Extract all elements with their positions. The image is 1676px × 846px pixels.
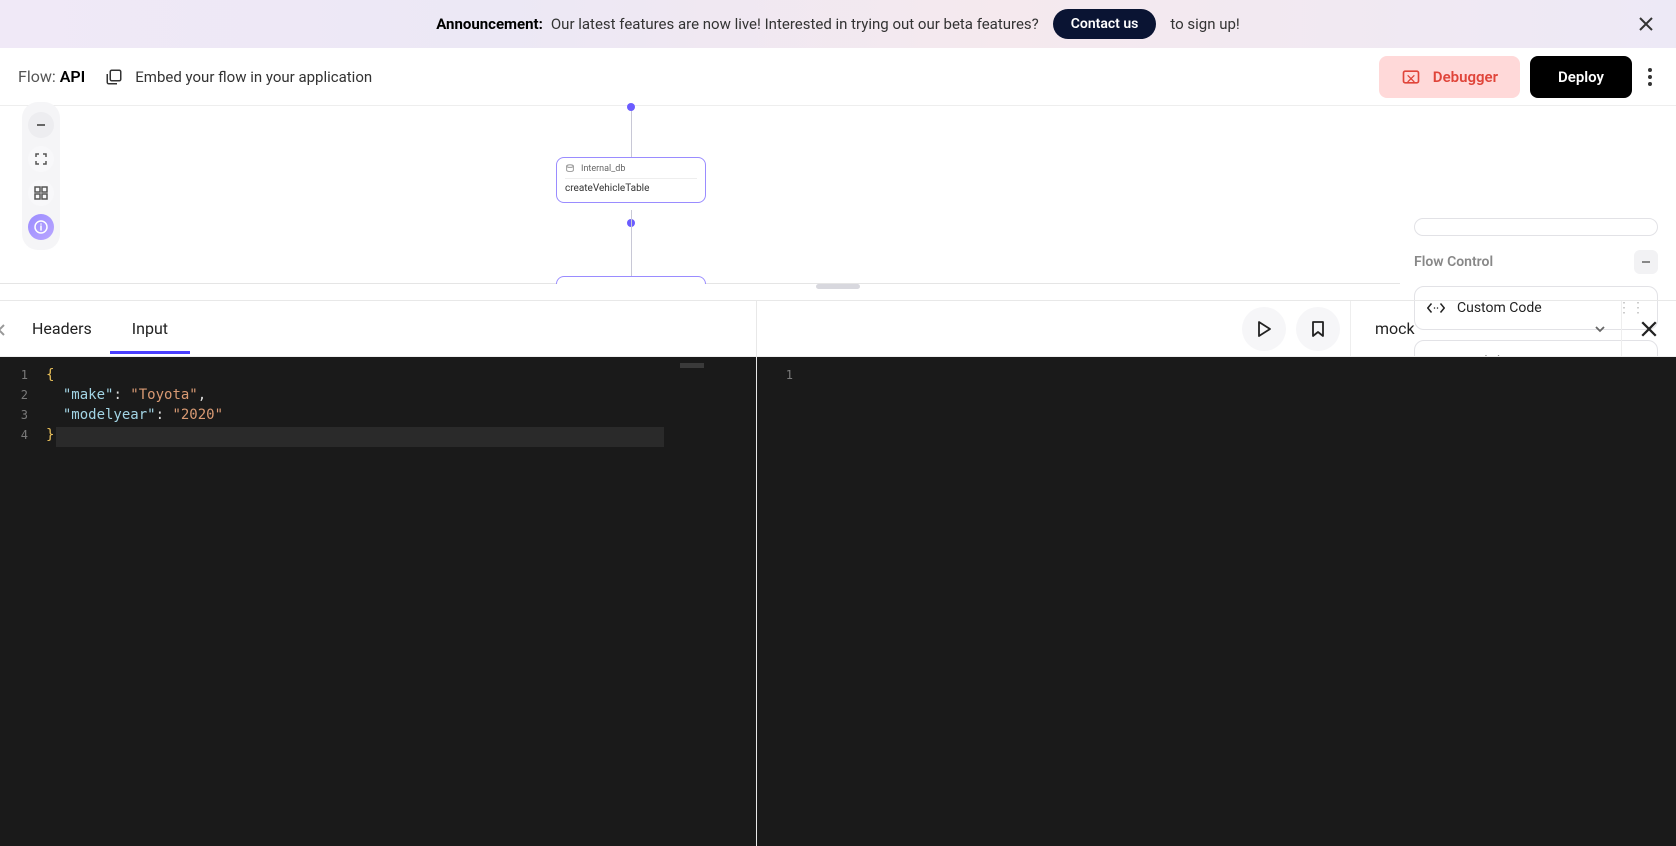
close-announcement-icon[interactable] [1638, 16, 1654, 32]
code-line: "modelyear": "2020" [46, 405, 223, 425]
section-flow-control: Flow Control [1414, 250, 1658, 274]
tab-input[interactable]: Input [132, 304, 168, 353]
flow-node-source: Internal_db [581, 164, 625, 174]
debugger-label: Debugger [1433, 68, 1498, 86]
section-label: Flow Control [1414, 254, 1493, 270]
flow-prefix: Flow: [18, 67, 60, 86]
toolbar-right: Debugger Deploy [1379, 56, 1658, 98]
database-icon [565, 164, 575, 174]
tab-headers[interactable]: Headers [32, 304, 92, 353]
collapse-section-button[interactable] [1634, 250, 1658, 274]
embed-flow-button[interactable]: Embed your flow in your application [105, 68, 372, 86]
line-number: 1 [757, 365, 803, 385]
flow-canvas[interactable]: Internal_db createVehicleTable Flow Cont… [0, 106, 1676, 284]
embed-label: Embed your flow in your application [135, 68, 372, 86]
debugger-button[interactable]: Debugger [1379, 56, 1520, 98]
deploy-button[interactable]: Deploy [1530, 56, 1632, 98]
info-button[interactable] [28, 214, 54, 240]
code-line: { [46, 365, 54, 385]
save-bookmark-button[interactable] [1296, 307, 1340, 351]
embed-icon [105, 68, 123, 86]
zoom-out-button[interactable] [28, 112, 54, 138]
flow-title: Flow: API [18, 67, 85, 86]
fit-view-button[interactable] [28, 146, 54, 172]
line-number: 2 [0, 385, 46, 405]
line-number: 4 [0, 425, 46, 445]
layout-button[interactable] [28, 180, 54, 206]
announcement-banner: Announcement: Our latest features are no… [0, 0, 1676, 48]
flow-node-name: createVehicleTable [565, 183, 697, 194]
debugger-icon [1401, 67, 1421, 87]
input-tabs: Headers Input [0, 301, 756, 357]
flow-node-partial[interactable] [556, 276, 706, 284]
output-header: mock Run test [757, 301, 1676, 357]
announcement-prefix: Announcement: [436, 15, 543, 33]
flow-toolbar: Flow: API Embed your flow in your applic… [0, 48, 1676, 106]
component-card-placeholder[interactable] [1414, 218, 1658, 236]
code-line: "make": "Toyota", [46, 385, 206, 405]
flow-name: API [60, 67, 86, 86]
canvas-tools [22, 102, 60, 250]
flow-edge [631, 210, 632, 284]
chevron-down-icon [1593, 322, 1607, 336]
contact-us-button[interactable]: Contact us [1053, 9, 1157, 39]
flow-port[interactable] [627, 103, 635, 111]
flow-node-header: Internal_db [565, 164, 697, 179]
toolbar-more-icon[interactable] [1642, 60, 1658, 94]
select-value: mock [1375, 319, 1415, 338]
debugger-panel: Headers Input 1{2 "make": "Toyota",3 "mo… [0, 300, 1676, 846]
output-pane: mock Run test 1 [757, 301, 1676, 846]
line-number: 1 [0, 365, 46, 385]
announcement-text-before: Our latest features are now live! Intere… [551, 15, 1039, 33]
flow-node-create-vehicle-table[interactable]: Internal_db createVehicleTable [556, 157, 706, 203]
line-number: 3 [0, 405, 46, 425]
output-editor[interactable]: 1 [757, 357, 1676, 846]
run-test-button[interactable] [1242, 307, 1286, 351]
environment-select[interactable]: mock [1361, 301, 1621, 357]
input-pane: Headers Input 1{2 "make": "Toyota",3 "mo… [0, 301, 757, 846]
input-editor[interactable]: 1{2 "make": "Toyota",3 "modelyear": "202… [0, 357, 756, 846]
panel-resizer[interactable] [816, 284, 860, 289]
close-panel-button[interactable] [1621, 301, 1676, 357]
code-line: } [46, 425, 54, 445]
announcement-text-after: to sign up! [1170, 15, 1239, 33]
flow-edge [631, 106, 632, 157]
